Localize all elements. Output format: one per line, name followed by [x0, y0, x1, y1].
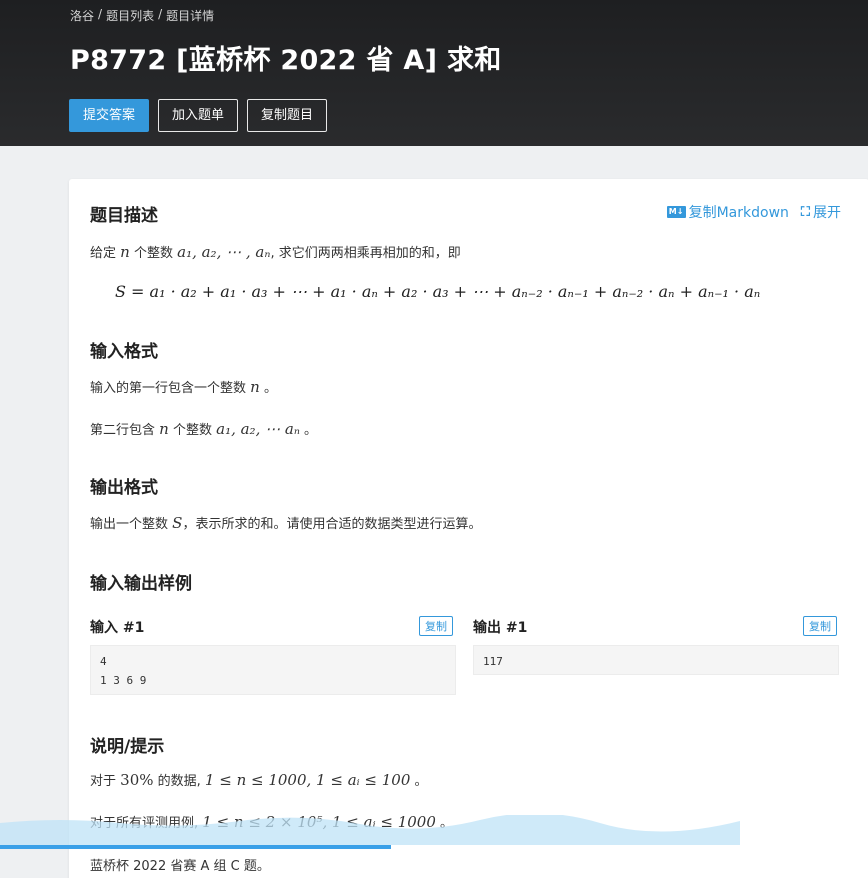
video-progress-bar[interactable]	[0, 845, 868, 849]
hint-line3: 蓝桥杯 2022 省赛 A 组 C 题。	[90, 859, 270, 874]
output-text-a: 输出一个整数	[90, 517, 169, 532]
add-to-list-button[interactable]: 加入题单	[158, 99, 239, 132]
breadcrumb-separator: /	[158, 7, 163, 21]
hint1-math: 1 ≤ n ≤ 1000, 1 ≤ aᵢ ≤ 100	[204, 771, 411, 789]
breadcrumb-problem-detail[interactable]: 题目详情	[166, 7, 214, 24]
page-header: 洛谷 / 题目列表 / 题目详情 P8772 [蓝桥杯 2022 省 A] 求和…	[0, 0, 868, 146]
sample-input-label: 输入 #1	[90, 620, 145, 636]
sample-input-box[interactable]: 4 1 3 6 9	[90, 645, 456, 695]
desc-prefix: 给定	[90, 246, 117, 261]
desc-math-seq: a₁, a₂, ⋯ , aₙ	[177, 243, 271, 261]
video-overlay-decoration	[0, 815, 740, 845]
breadcrumb-home[interactable]: 洛谷	[70, 7, 94, 24]
description-heading: 题目描述	[90, 206, 158, 226]
input-line2-math-seq: a₁, a₂, ⋯ aₙ	[216, 420, 300, 438]
output-text-b: ，表示所求的和。请使用合适的数据类型进行运算。	[182, 517, 482, 532]
input-format-heading: 输入格式	[90, 342, 158, 362]
problem-card: 题目描述 M↓ 复制Markdown ⛶ 展开 给定 n 个整数 a₁, a₂,…	[69, 179, 868, 878]
input-line1-text: 输入的第一行包含一个整数	[90, 381, 247, 396]
breadcrumb-separator: /	[98, 7, 103, 21]
expand-icon: ⛶	[800, 204, 810, 220]
copy-markdown-button[interactable]: M↓ 复制Markdown	[666, 202, 789, 222]
desc-math-n: n	[120, 243, 130, 261]
expand-label: 展开	[813, 205, 841, 221]
submit-answer-button[interactable]: 提交答案	[69, 99, 150, 132]
input-format-line1: 输入的第一行包含一个整数 n 。	[90, 377, 277, 396]
video-progress-fill	[0, 845, 391, 849]
markdown-icon: M↓	[666, 206, 686, 218]
hint1-pct: 30%	[120, 771, 154, 789]
sample-output-box[interactable]: 117	[473, 645, 839, 675]
input-line2-text-b: 个整数	[172, 423, 212, 438]
desc-mid: 个整数	[133, 246, 173, 261]
input-format-line2: 第二行包含 n 个整数 a₁, a₂, ⋯ aₙ 。	[90, 419, 317, 438]
output-math-s: S	[172, 514, 183, 532]
page-title: P8772 [蓝桥杯 2022 省 A] 求和	[70, 45, 502, 76]
expand-button[interactable]: ⛶ 展开	[801, 202, 841, 222]
hint1-a: 对于	[90, 774, 117, 789]
input-line1-end: 。	[263, 381, 277, 396]
samples-heading: 输入输出样例	[90, 574, 192, 594]
action-buttons: 提交答案 加入题单 复制题目	[69, 99, 328, 132]
input-line2-math-n: n	[159, 420, 169, 438]
copy-problem-button[interactable]: 复制题目	[247, 99, 328, 132]
hint-line1: 对于 30% 的数据, 1 ≤ n ≤ 1000, 1 ≤ aᵢ ≤ 100 。	[90, 770, 428, 789]
problem-toolbar: M↓ 复制Markdown ⛶ 展开	[666, 202, 841, 222]
breadcrumb-problem-list[interactable]: 题目列表	[106, 7, 154, 24]
sum-formula: S = a₁ · a₂ + a₁ · a₃ + ⋯ + a₁ · aₙ + a₂…	[115, 282, 761, 301]
description-text: 给定 n 个整数 a₁, a₂, ⋯ , aₙ, 求它们两两相乘再相加的和，即	[90, 242, 461, 261]
copy-output-button[interactable]: 复制	[803, 616, 837, 636]
hint-heading: 说明/提示	[90, 737, 165, 757]
input-line2-end: 。	[304, 423, 318, 438]
copy-input-button[interactable]: 复制	[419, 616, 453, 636]
output-format-heading: 输出格式	[90, 478, 158, 498]
hint1-end: 。	[414, 774, 428, 789]
desc-suffix: , 求它们两两相乘再相加的和，即	[270, 246, 461, 261]
hint1-b: 的数据,	[157, 774, 201, 789]
breadcrumb: 洛谷 / 题目列表 / 题目详情	[70, 7, 214, 24]
output-format-text: 输出一个整数 S，表示所求的和。请使用合适的数据类型进行运算。	[90, 513, 481, 532]
input-line2-text-a: 第二行包含	[90, 423, 156, 438]
input-line1-math: n	[250, 378, 260, 396]
sample-output-label: 输出 #1	[473, 620, 528, 636]
copy-markdown-label: 复制Markdown	[688, 205, 789, 221]
